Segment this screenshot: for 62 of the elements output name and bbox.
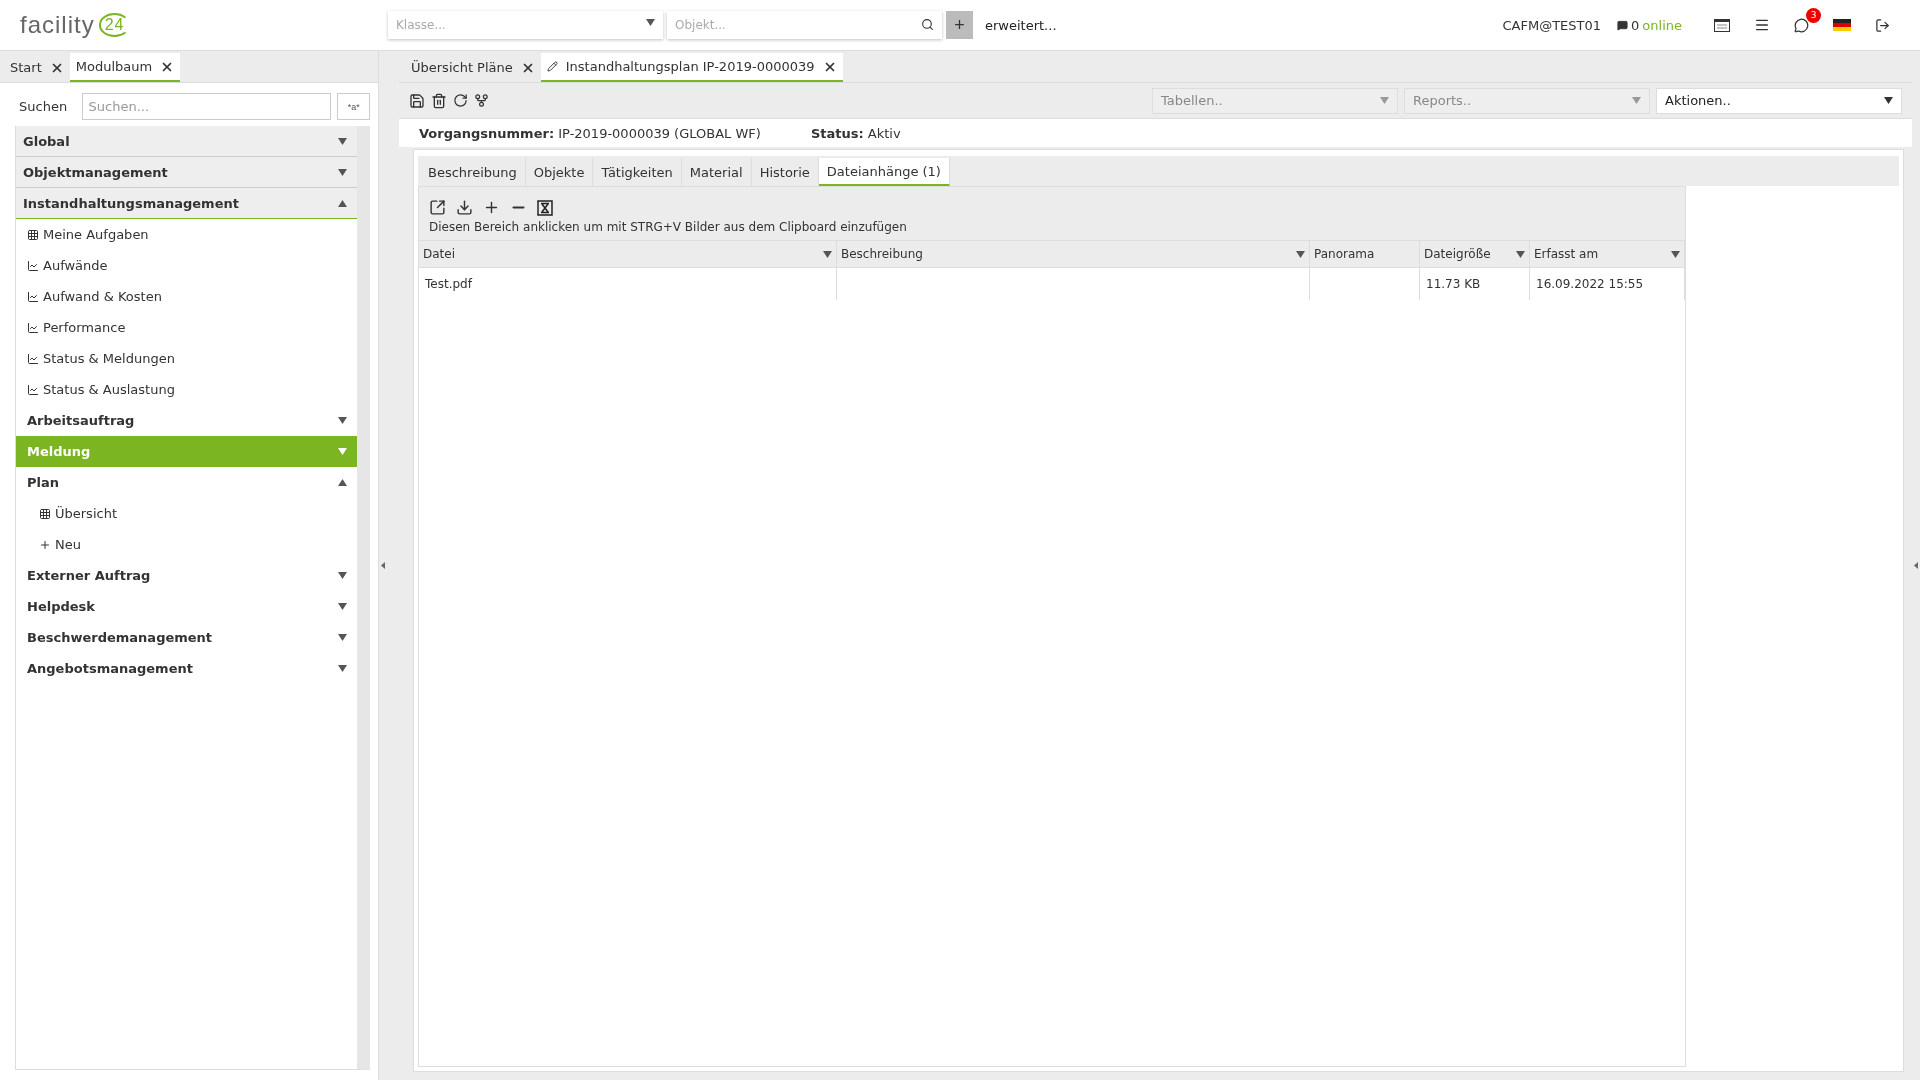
window-icon[interactable] bbox=[1714, 18, 1730, 32]
search-label: Suchen bbox=[19, 99, 69, 114]
wildcard-toggle[interactable]: *a* bbox=[337, 93, 370, 120]
detail-tab[interactable]: Dateianhänge (1) bbox=[818, 158, 950, 186]
column-header[interactable]: Dateigröße bbox=[1420, 240, 1530, 268]
column-header[interactable]: Erfasst am bbox=[1530, 240, 1685, 268]
notification-badge: 3 bbox=[1806, 7, 1821, 23]
chart-icon bbox=[27, 352, 39, 365]
paste-hint: Diesen Bereich anklicken um mit STRG+V Bilder aus dem Clipboard einzufügen bbox=[429, 220, 908, 234]
advanced-link[interactable]: erweitert... bbox=[985, 17, 1057, 33]
object-search-field[interactable]: Objekt... bbox=[667, 11, 942, 39]
table-icon bbox=[27, 228, 39, 241]
panel-tab[interactable]: Modulbaum bbox=[69, 53, 181, 82]
online-status[interactable]: 0 online bbox=[1617, 17, 1682, 33]
menu-group[interactable]: Objektmanagement bbox=[16, 157, 357, 188]
logout-icon[interactable] bbox=[1875, 17, 1890, 33]
table-icon bbox=[39, 507, 51, 520]
open-icon[interactable] bbox=[429, 199, 446, 216]
chat-icon bbox=[1617, 19, 1629, 31]
table-cell: 11.73 KB bbox=[1420, 268, 1530, 300]
save-icon[interactable] bbox=[409, 92, 425, 109]
chart-icon bbox=[27, 259, 39, 272]
workflow-icon[interactable] bbox=[474, 93, 489, 108]
record-number: Vorgangsnummer: IP-2019-0000039 (GLOBAL WF) bbox=[419, 125, 761, 141]
user-name: CAFM@TEST01 bbox=[1502, 17, 1602, 33]
document-tab[interactable]: Instandhaltungsplan IP-2019-0000039 bbox=[540, 53, 843, 82]
trash-icon[interactable] bbox=[431, 92, 447, 109]
search-field[interactable]: Suchen... bbox=[81, 93, 332, 120]
column-header[interactable]: Panorama bbox=[1310, 240, 1420, 268]
column-header[interactable]: Beschreibung bbox=[837, 240, 1310, 268]
german-flag-icon[interactable] bbox=[1833, 19, 1851, 31]
excel-export-icon[interactable] bbox=[537, 199, 553, 216]
menu-group[interactable]: Instandhaltungsmanagement bbox=[16, 188, 357, 219]
download-icon[interactable] bbox=[456, 199, 473, 216]
plus-icon bbox=[39, 538, 51, 551]
class-select[interactable]: Klasse... bbox=[388, 11, 663, 39]
dropdown-icon bbox=[1380, 97, 1389, 104]
chart-icon bbox=[27, 290, 39, 303]
dropdown-icon bbox=[1884, 97, 1893, 104]
filter-icon bbox=[1516, 250, 1525, 258]
menu-group[interactable]: Global bbox=[16, 126, 357, 157]
table-cell: Test.pdf bbox=[419, 268, 837, 300]
record-status: Status: Aktiv bbox=[810, 125, 901, 141]
filter-icon bbox=[1296, 250, 1305, 258]
collapse-handle-icon[interactable] bbox=[381, 562, 385, 569]
collapse-handle-icon[interactable] bbox=[1914, 562, 1918, 569]
filter-icon bbox=[823, 250, 832, 258]
search-icon bbox=[921, 18, 934, 31]
logo-text: facility bbox=[20, 11, 95, 39]
add-icon[interactable] bbox=[483, 199, 500, 216]
menu-icon[interactable] bbox=[1754, 17, 1770, 33]
dropdown-select[interactable]: Aktionen.. bbox=[1656, 87, 1902, 114]
table-cell: 16.09.2022 15:55 bbox=[1530, 268, 1685, 300]
refresh-icon[interactable] bbox=[453, 93, 468, 108]
filter-icon bbox=[1671, 250, 1680, 258]
messages-icon[interactable] bbox=[1794, 17, 1809, 33]
dropdown-icon bbox=[1632, 97, 1641, 104]
dropdown-icon bbox=[646, 19, 655, 26]
chart-icon bbox=[27, 321, 39, 334]
column-header[interactable]: Datei bbox=[419, 240, 837, 268]
chart-icon bbox=[27, 383, 39, 396]
add-button[interactable]: + bbox=[946, 11, 973, 39]
